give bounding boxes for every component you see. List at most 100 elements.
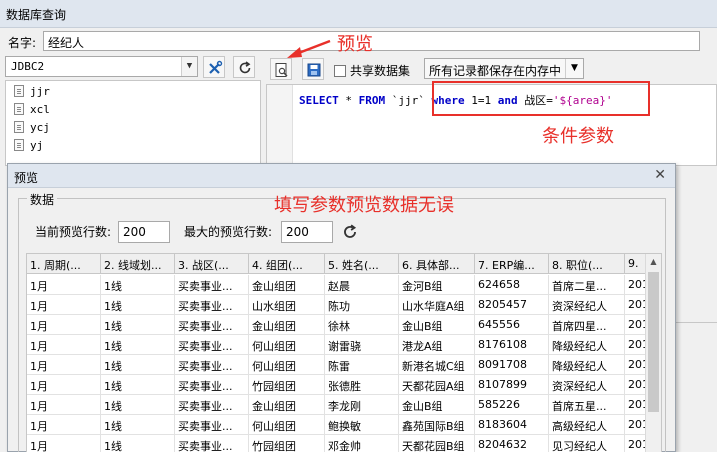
column-header[interactable]: 5. 姓名(...: [325, 254, 399, 274]
table-cell: 645556: [475, 315, 549, 335]
table-cell: 买卖事业...: [175, 375, 249, 395]
table-cell: 竹园组团: [249, 435, 325, 452]
table-cell: 何山组团: [249, 415, 325, 435]
table-cell: 1月: [27, 295, 101, 315]
arrow-to-preview-icon: [287, 39, 331, 58]
table-cell: 邓金帅: [325, 435, 399, 452]
table-cell: 1月: [27, 375, 101, 395]
table-cell: 赵晨: [325, 275, 399, 295]
fill-params-annotation: 填写参数预览数据无误: [274, 195, 454, 216]
dialog-title: 预览: [14, 171, 39, 185]
table-row[interactable]: 1月 1线 买卖事业... 竹园组团 邓金帅 天都花园B组 8204632 见习经纪人 201: [27, 435, 647, 452]
table-cell: 201: [625, 355, 647, 375]
column-header[interactable]: 6. 具体部...: [399, 254, 475, 274]
table-cell: 买卖事业...: [175, 395, 249, 415]
column-header[interactable]: 1. 周期(...: [27, 254, 101, 274]
scroll-up-icon[interactable]: ▲: [646, 254, 661, 270]
table-cell: 陈雷: [325, 355, 399, 375]
table-row[interactable]: 1月 1线 买卖事业... 何山组团 谢雷骁 港龙A组 8176108 降级经纪人 201: [27, 335, 647, 355]
table-cell: 8107899: [475, 375, 549, 395]
table-cell: 李龙刚: [325, 395, 399, 415]
table-row[interactable]: 1月 1线 买卖事业... 金山组团 徐林 金山B组 645556 首席四星... 201: [27, 315, 647, 335]
table-cell: 徐林: [325, 315, 399, 335]
table-cell: 首席二星...: [549, 275, 625, 295]
table-row[interactable]: 1月 1线 买卖事业... 金山组团 李龙刚 金山B组 585226 首席五星... 201: [27, 395, 647, 415]
max-rows-label: 最大的预览行数:: [184, 225, 273, 239]
table-cell: 买卖事业...: [175, 315, 249, 335]
close-icon[interactable]: ✕: [654, 167, 666, 183]
table-cell: 金山B组: [399, 315, 475, 335]
column-header[interactable]: 2. 线域划...: [101, 254, 175, 274]
table-row[interactable]: 1月 1线 买卖事业... 竹园组团 张德胜 天都花园A组 8107899 资深经纪人 201: [27, 375, 647, 395]
table-cell: 8091708: [475, 355, 549, 375]
table-cell: 金河B组: [399, 275, 475, 295]
table-cell: 201: [625, 315, 647, 335]
column-header[interactable]: 4. 组团(...: [249, 254, 325, 274]
column-header[interactable]: 7. ERP编...: [475, 254, 549, 274]
column-header[interactable]: 3. 战区(...: [175, 254, 249, 274]
table-cell: 201: [625, 395, 647, 415]
table-cell: 8205457: [475, 295, 549, 315]
table-cell: 降级经纪人: [549, 355, 625, 375]
table-row[interactable]: 1月 1线 买卖事业... 何山组团 陈雷 新港名城C组 8091708 降级经纪人 201: [27, 355, 647, 375]
table-cell: 高级经纪人: [549, 415, 625, 435]
table-cell: 谢雷骁: [325, 335, 399, 355]
table-cell: 1月: [27, 415, 101, 435]
table-cell: 201: [625, 295, 647, 315]
table-cell: 买卖事业...: [175, 275, 249, 295]
column-header[interactable]: 8. 职位(...: [549, 254, 625, 274]
table-cell: 624658: [475, 275, 549, 295]
table-cell: 201: [625, 435, 647, 452]
table-cell: 降级经纪人: [549, 335, 625, 355]
table-cell: 鑫苑国际B组: [399, 415, 475, 435]
preview-grid[interactable]: 1. 周期(... 2. 线域划... 3. 战区(... 4. 组团(... 5. 姓…: [26, 253, 662, 452]
table-cell: 8183604: [475, 415, 549, 435]
max-rows-input[interactable]: 200: [281, 221, 333, 243]
table-cell: 1月: [27, 315, 101, 335]
table-cell: 8176108: [475, 335, 549, 355]
table-cell: 鲍换敏: [325, 415, 399, 435]
table-cell: 见习经纪人: [549, 435, 625, 452]
refresh-icon: [344, 224, 357, 238]
refresh-preview-button[interactable]: [341, 223, 359, 241]
table-cell: 买卖事业...: [175, 335, 249, 355]
table-cell: 买卖事业...: [175, 355, 249, 375]
table-cell: 金山组团: [249, 275, 325, 295]
table-cell: 1月: [27, 435, 101, 452]
table-row[interactable]: 1月 1线 买卖事业... 何山组团 鲍换敏 鑫苑国际B组 8183604 高级经纪人 201: [27, 415, 647, 435]
table-row[interactable]: 1月 1线 买卖事业... 山水组团 陈功 山水华庭A组 8205457 资深经纪人 201: [27, 295, 647, 315]
table-cell: 1月: [27, 355, 101, 375]
table-cell: 金山组团: [249, 395, 325, 415]
table-row[interactable]: 1月 1线 买卖事业... 金山组团 赵晨 金河B组 624658 首席二星... 201: [27, 275, 647, 295]
table-cell: 1线: [101, 435, 175, 452]
dialog-titlebar: 预览 ✕: [8, 164, 675, 188]
table-cell: 何山组团: [249, 355, 325, 375]
table-cell: 首席四星...: [549, 315, 625, 335]
table-cell: 天都花园A组: [399, 375, 475, 395]
table-cell: 1线: [101, 295, 175, 315]
scroll-thumb[interactable]: [648, 272, 659, 412]
table-cell: 金山组团: [249, 315, 325, 335]
vertical-scrollbar[interactable]: ▲: [645, 254, 661, 452]
table-cell: 港龙A组: [399, 335, 475, 355]
table-cell: 首席五星...: [549, 395, 625, 415]
table-cell: 201: [625, 275, 647, 295]
table-cell: 1月: [27, 335, 101, 355]
table-cell: 1线: [101, 355, 175, 375]
column-header[interactable]: 9.: [625, 254, 647, 274]
table-cell: 资深经纪人: [549, 295, 625, 315]
table-cell: 1线: [101, 395, 175, 415]
data-group-label: 数据: [27, 191, 58, 208]
table-cell: 1线: [101, 275, 175, 295]
table-cell: 天都花园B组: [399, 435, 475, 452]
table-cell: 1线: [101, 335, 175, 355]
table-cell: 8204632: [475, 435, 549, 452]
table-cell: 201: [625, 335, 647, 355]
current-rows-input[interactable]: 200: [118, 221, 170, 243]
table-cell: 竹园组团: [249, 375, 325, 395]
current-rows-label: 当前预览行数:: [35, 225, 112, 239]
table-cell: 山水华庭A组: [399, 295, 475, 315]
table-cell: 张德胜: [325, 375, 399, 395]
table-cell: 买卖事业...: [175, 415, 249, 435]
table-cell: 201: [625, 375, 647, 395]
